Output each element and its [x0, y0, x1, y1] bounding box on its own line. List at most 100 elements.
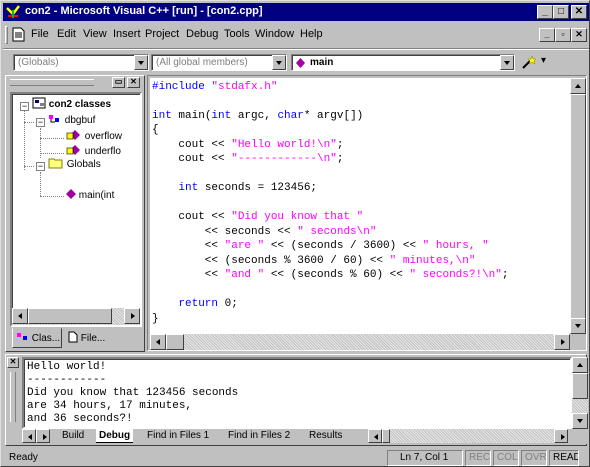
- panel-grip[interactable]: [10, 79, 94, 86]
- tree-root-node[interactable]: con2 classes: [32, 97, 111, 111]
- collapse-toggle[interactable]: −: [36, 118, 45, 127]
- output-vscrollbar[interactable]: [572, 357, 588, 429]
- menu-help-label: Help: [300, 28, 323, 40]
- editor-vscrollbar[interactable]: [570, 78, 586, 334]
- tab-scroll-left-button[interactable]: [22, 429, 36, 443]
- collapse-toggle[interactable]: −: [20, 102, 29, 111]
- minimize-button[interactable]: _: [537, 5, 553, 19]
- document-icon[interactable]: [12, 27, 26, 42]
- code-line-4: {: [152, 123, 159, 138]
- wizard-action-icon[interactable]: [521, 54, 539, 70]
- scroll-right-button[interactable]: [554, 334, 570, 350]
- collapse-toggle[interactable]: −: [36, 162, 45, 171]
- tab-scroll-right-button[interactable]: [36, 429, 50, 443]
- panel-grip[interactable]: [10, 372, 16, 422]
- tab-fileview[interactable]: File...: [64, 328, 114, 347]
- maximize-button[interactable]: □: [553, 5, 569, 19]
- tree-line: [40, 138, 64, 139]
- output-text[interactable]: Hello world! ------------ Did you know t…: [22, 357, 572, 429]
- fileview-tab-icon: [68, 331, 78, 343]
- menu-edit[interactable]: Edit: [57, 28, 76, 40]
- tab-find-in-files-1[interactable]: Find in Files 1: [147, 429, 209, 443]
- tab-debug[interactable]: Debug: [96, 429, 134, 443]
- scroll-left-button[interactable]: [368, 429, 382, 443]
- title-bar[interactable]: con2 - Microsoft Visual C++ [run] - [con…: [3, 3, 589, 21]
- class-tree[interactable]: − con2 classes − dbgbuf overflow underfl…: [10, 92, 142, 327]
- scroll-thumb[interactable]: [570, 94, 586, 322]
- members-combo[interactable]: (All global members): [151, 54, 287, 71]
- status-text: Ready: [9, 452, 38, 463]
- scroll-thumb[interactable]: [28, 308, 112, 324]
- code-line-13: << (seconds % 3600 / 60) << " minutes,\n…: [152, 254, 476, 269]
- workspace-panel: ▭ ✕ − con2 classes − dbgbuf overflow und…: [5, 75, 145, 352]
- scroll-thumb[interactable]: [382, 429, 390, 443]
- menu-view[interactable]: View: [83, 28, 107, 40]
- menu-debug[interactable]: Debug: [186, 28, 218, 40]
- function-combo[interactable]: main: [291, 54, 515, 71]
- scroll-up-button[interactable]: [570, 78, 586, 94]
- chevron-down-icon[interactable]: [134, 55, 148, 70]
- wizard-action-dropdown[interactable]: ▾: [541, 55, 546, 66]
- mdi-restore-button[interactable]: ▫: [555, 28, 571, 42]
- scroll-down-button[interactable]: [570, 318, 586, 334]
- scroll-left-button[interactable]: [150, 334, 166, 350]
- tree-globals-label: Globals: [66, 159, 101, 170]
- code-line-8: int seconds = 123456;: [152, 181, 317, 196]
- code-editor[interactable]: #include "stdafx.h" int main(int argc, c…: [150, 78, 570, 334]
- tab-build[interactable]: Build: [62, 429, 84, 443]
- tree-member-node[interactable]: underflo: [66, 144, 121, 158]
- tab-results[interactable]: Results: [309, 429, 342, 443]
- mdi-close-button[interactable]: ✕: [571, 28, 587, 42]
- scroll-thumb[interactable]: [572, 373, 588, 399]
- tree-line: [24, 108, 25, 170]
- output-tab-strip: Build Debug Find in Files 1 Find in File…: [22, 429, 588, 444]
- workspace-panel-header[interactable]: ▭ ✕: [6, 76, 146, 90]
- status-bar: Ready Ln 7, Col 1 REC COL OVR READ: [3, 449, 589, 467]
- menu-window[interactable]: Window: [255, 28, 294, 40]
- scroll-right-button[interactable]: [554, 429, 568, 443]
- code-text: cout <<: [152, 211, 232, 223]
- tree-member-node[interactable]: overflow: [66, 129, 122, 143]
- menu-tools[interactable]: Tools: [224, 28, 250, 40]
- status-col: COL: [493, 450, 519, 466]
- scroll-left-button[interactable]: [12, 308, 28, 324]
- panel-close-button[interactable]: ✕: [127, 77, 140, 88]
- code-text: cout <<: [152, 139, 232, 151]
- tree-hscrollbar[interactable]: [12, 308, 140, 325]
- code-line-5: cout << "Hello world!\n";: [152, 138, 343, 153]
- tree-line: [40, 153, 64, 154]
- scroll-up-button[interactable]: [572, 357, 588, 373]
- menu-project-label: Project: [145, 28, 180, 40]
- chevron-down-icon[interactable]: [500, 55, 514, 70]
- editor-hscrollbar[interactable]: [150, 334, 570, 350]
- code-text: argc,: [231, 110, 278, 122]
- output-close-button[interactable]: ✕: [7, 357, 19, 368]
- scope-combo[interactable]: (Globals): [13, 54, 149, 71]
- tab-classview[interactable]: Clas...: [12, 328, 62, 348]
- menu-file[interactable]: File: [31, 28, 49, 40]
- toolbar-grip[interactable]: [5, 26, 8, 44]
- tree-line: [40, 196, 64, 197]
- tab-find-in-files-2[interactable]: Find in Files 2: [228, 429, 290, 443]
- code-line-6: cout << "------------\n";: [152, 152, 343, 167]
- menu-window-label: Window: [255, 28, 295, 40]
- wizard-bar: (Globals) (All global members) main ▾: [3, 48, 589, 74]
- menu-project[interactable]: Project: [145, 28, 179, 40]
- scroll-thumb[interactable]: [166, 334, 184, 350]
- menu-help[interactable]: Help: [300, 28, 323, 40]
- string-literal: "and ": [224, 269, 265, 281]
- output-hscrollbar[interactable]: [368, 429, 568, 443]
- scroll-right-button[interactable]: [124, 308, 140, 324]
- scroll-down-button[interactable]: [572, 413, 588, 429]
- menu-insert[interactable]: Insert: [113, 28, 141, 40]
- close-button[interactable]: ✕: [571, 5, 587, 19]
- tree-line: [24, 166, 34, 167]
- function-combo-value: main: [310, 57, 334, 68]
- string-literal: "are ": [224, 240, 265, 252]
- chevron-down-icon[interactable]: [272, 55, 286, 70]
- panel-restore-button[interactable]: ▭: [112, 77, 125, 88]
- tree-globals-node[interactable]: Globals: [48, 157, 101, 171]
- tree-function-node[interactable]: main(int: [66, 188, 114, 202]
- mdi-minimize-button[interactable]: _: [539, 28, 555, 42]
- tree-class-node[interactable]: dbgbuf: [48, 113, 95, 127]
